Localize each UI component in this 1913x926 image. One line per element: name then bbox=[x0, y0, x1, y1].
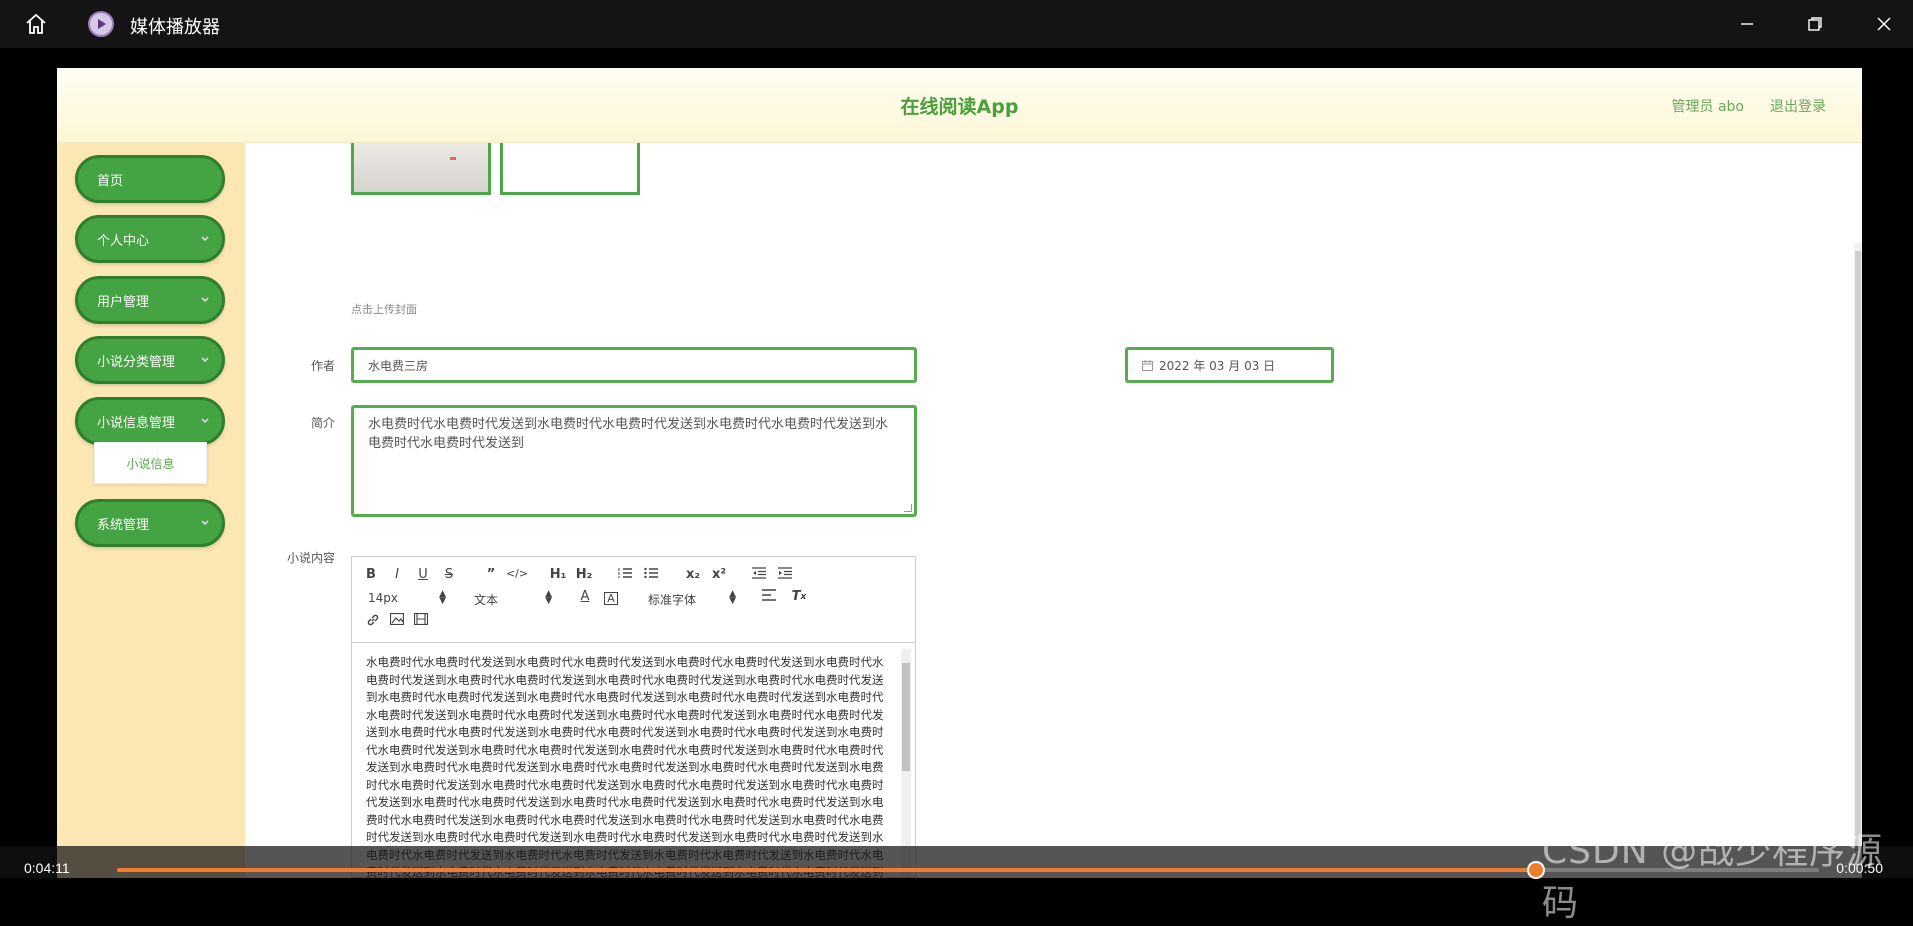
select-arrows-icon: ▲ ▼ bbox=[545, 589, 552, 606]
bullet-list-icon[interactable] bbox=[642, 567, 660, 579]
underline-icon[interactable]: U bbox=[414, 567, 432, 582]
text-type-select[interactable]: 文本 ▲ ▼ bbox=[474, 589, 552, 608]
indent-icon[interactable] bbox=[776, 567, 794, 579]
align-icon[interactable] bbox=[760, 589, 778, 601]
cover-image-thumbnail[interactable] bbox=[351, 143, 491, 195]
time-elapsed: 0:04:11 bbox=[24, 860, 70, 876]
image-icon[interactable] bbox=[388, 613, 406, 625]
intro-label: 简介 bbox=[310, 416, 335, 430]
seek-bar-progress bbox=[117, 868, 1536, 872]
heading-1-icon[interactable]: H₁ bbox=[548, 567, 568, 582]
cover-upload-hint[interactable]: 点击上传封面 bbox=[351, 301, 417, 317]
rich-text-editor: B I U S ” </> H₁ H₂ x₂ x² 14px ▲ ▼ 文本 ▲ … bbox=[351, 556, 916, 878]
font-family-value: 标准字体 bbox=[648, 593, 697, 607]
ordered-list-icon[interactable] bbox=[616, 567, 634, 579]
calendar-icon bbox=[1142, 359, 1153, 371]
player-titlebar: 媒体播放器 bbox=[0, 0, 1913, 48]
strikethrough-icon[interactable]: S bbox=[440, 567, 458, 582]
chevron-down-icon bbox=[200, 353, 210, 368]
select-arrows-icon: ▲ ▼ bbox=[729, 589, 736, 606]
sidebar: 首页 个人中心 用户管理 小说分类管理 小说信息管理 小说信息 系统管理 bbox=[57, 143, 245, 878]
restore-icon[interactable] bbox=[1795, 8, 1835, 40]
sidebar-item-label: 首页 bbox=[97, 173, 124, 189]
blockquote-icon[interactable]: ” bbox=[482, 567, 500, 582]
chevron-down-icon bbox=[200, 414, 210, 429]
select-arrows-icon: ▲ ▼ bbox=[439, 589, 446, 606]
sidebar-item-novel-category[interactable]: 小说分类管理 bbox=[75, 336, 225, 384]
video-icon[interactable] bbox=[412, 613, 430, 625]
main-content: 点击上传封面 作者 水电费三房 发布日期 2022 年 03 月 03 日 简介… bbox=[245, 143, 1862, 878]
clear-format-icon[interactable]: Tx bbox=[790, 589, 808, 604]
player-title: 媒体播放器 bbox=[130, 17, 220, 38]
sidebar-item-label: 系统管理 bbox=[97, 517, 150, 533]
video-frame: 在线阅读App 管理员 abo 退出登录 首页 个人中心 用户管理 小说分类管理… bbox=[57, 68, 1862, 878]
author-input[interactable]: 水电费三房 bbox=[351, 347, 917, 383]
publish-date-value: 2022 年 03 月 03 日 bbox=[1159, 358, 1276, 373]
italic-icon[interactable]: I bbox=[388, 567, 406, 582]
app-brand-title: 在线阅读App bbox=[900, 96, 1019, 118]
media-player-logo-icon bbox=[88, 11, 114, 37]
logout-link[interactable]: 退出登录 bbox=[1770, 96, 1826, 116]
admin-user-label: 管理员 abo bbox=[1671, 99, 1744, 115]
cover-upload-slot[interactable] bbox=[500, 143, 640, 195]
font-size-select[interactable]: 14px ▲ ▼ bbox=[368, 589, 446, 606]
chevron-down-icon bbox=[200, 232, 210, 247]
superscript-icon[interactable]: x² bbox=[710, 567, 728, 582]
sidebar-subitem-novel-info[interactable]: 小说信息 bbox=[94, 442, 207, 484]
link-icon[interactable] bbox=[364, 613, 382, 627]
editor-scrollbar-thumb[interactable] bbox=[902, 663, 910, 771]
chevron-down-icon bbox=[200, 293, 210, 308]
sidebar-item-label: 用户管理 bbox=[97, 294, 150, 310]
chevron-down-icon bbox=[200, 516, 210, 531]
code-block-icon[interactable]: </> bbox=[506, 567, 528, 580]
text-type-value: 文本 bbox=[474, 593, 499, 607]
subscript-icon[interactable]: x₂ bbox=[684, 567, 702, 582]
sidebar-item-home[interactable]: 首页 bbox=[75, 155, 225, 203]
sidebar-item-personal-center[interactable]: 个人中心 bbox=[75, 215, 225, 263]
sidebar-item-label: 个人中心 bbox=[97, 233, 150, 249]
page-scrollbar[interactable] bbox=[1854, 243, 1862, 878]
minimize-icon[interactable] bbox=[1727, 8, 1767, 40]
sidebar-item-user-management[interactable]: 用户管理 bbox=[75, 276, 225, 324]
editor-scrollbar[interactable] bbox=[901, 649, 911, 877]
bold-icon[interactable]: B bbox=[362, 567, 380, 582]
sidebar-item-label: 小说信息管理 bbox=[97, 415, 176, 431]
background-color-icon[interactable]: A bbox=[604, 592, 618, 605]
app-header: 在线阅读App 管理员 abo 退出登录 bbox=[57, 68, 1862, 143]
resize-handle-icon[interactable] bbox=[904, 504, 912, 512]
intro-text: 水电费时代水电费时代发送到水电费时代水电费时代发送到水电费时代水电费时代发送到水… bbox=[368, 417, 889, 451]
content-label: 小说内容 bbox=[286, 551, 335, 565]
sidebar-item-label: 小说分类管理 bbox=[97, 354, 176, 370]
home-icon[interactable] bbox=[18, 10, 54, 38]
font-family-select[interactable]: 标准字体 ▲ ▼ bbox=[648, 589, 736, 608]
page-scrollbar-thumb[interactable] bbox=[1855, 251, 1861, 851]
sidebar-item-novel-info-management[interactable]: 小说信息管理 bbox=[75, 397, 225, 445]
font-size-value: 14px bbox=[368, 591, 398, 605]
editor-toolbar: B I U S ” </> H₁ H₂ x₂ x² 14px ▲ ▼ 文本 ▲ … bbox=[352, 557, 915, 643]
watermark: CSDN @战少程序源码 bbox=[1542, 831, 1884, 924]
close-icon[interactable] bbox=[1864, 8, 1904, 40]
font-color-icon[interactable]: A bbox=[576, 589, 594, 604]
intro-textarea[interactable]: 水电费时代水电费时代发送到水电费时代水电费时代发送到水电费时代水电费时代发送到水… bbox=[351, 405, 917, 517]
publish-date-picker[interactable]: 2022 年 03 月 03 日 bbox=[1125, 347, 1334, 383]
editor-content[interactable]: 水电费时代水电费时代发送到水电费时代水电费时代发送到水电费时代水电费时代发送到水… bbox=[366, 654, 886, 878]
sidebar-item-system-management[interactable]: 系统管理 bbox=[75, 499, 225, 547]
outdent-icon[interactable] bbox=[750, 567, 768, 579]
heading-2-icon[interactable]: H₂ bbox=[574, 567, 594, 582]
cover-image-detail bbox=[450, 157, 456, 160]
author-label: 作者 bbox=[310, 359, 335, 373]
